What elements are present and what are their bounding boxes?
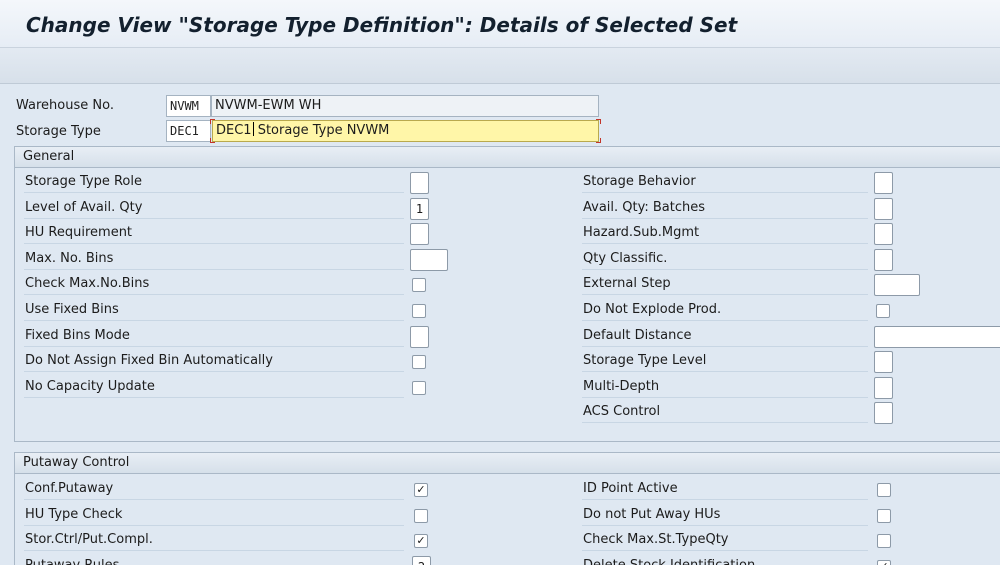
hu-requirement-input[interactable] (410, 223, 429, 246)
do-not-explode-prod-label: Do Not Explode Prod. (582, 301, 868, 321)
putaway-rules-input[interactable]: 2 (412, 555, 431, 565)
check-max-no-bins-checkbox[interactable] (412, 278, 426, 293)
required-marker-bl (210, 138, 215, 143)
do-not-explode-prod-checkbox[interactable] (876, 304, 890, 318)
application-toolbar (0, 48, 1000, 84)
use-fixed-bins-checkbox[interactable] (412, 304, 426, 318)
storage-type-description-code: DEC1 (216, 123, 252, 138)
storage-type-description-field[interactable]: DEC1 Storage Type NVWM (212, 120, 599, 142)
required-marker-br (596, 138, 601, 143)
warehouse-code-field[interactable]: NVWM (166, 95, 211, 117)
title-bar: Change View "Storage Type Definition": D… (0, 0, 1000, 48)
required-marker-tl (210, 119, 215, 124)
check-max-no-bins-label: Check Max.No.Bins (24, 275, 404, 296)
qty-classific-input[interactable] (874, 248, 893, 271)
check-max-st-typeqty-checkbox[interactable] (877, 534, 891, 548)
avail-qty-batches-label: Avail. Qty: Batches (582, 199, 868, 219)
storage-type-code-field[interactable]: DEC1 (166, 120, 211, 142)
external-step-label: External Step (582, 275, 868, 296)
hu-type-check-label: HU Type Check (24, 506, 404, 526)
level-of-avail-qty-input[interactable]: 1 (410, 197, 429, 220)
storage-type-label: Storage Type (16, 124, 101, 139)
qty-classific-label: Qty Classific. (582, 250, 868, 270)
multi-depth-label: Multi-Depth (582, 378, 868, 398)
use-fixed-bins-label: Use Fixed Bins (24, 301, 404, 321)
default-distance-label: Default Distance (582, 327, 868, 347)
storage-type-level-input[interactable] (874, 351, 893, 374)
fixed-bins-mode-label: Fixed Bins Mode (24, 327, 404, 347)
conf-putaway-checkbox[interactable]: ✓ (414, 483, 428, 497)
check-max-st-typeqty-label: Check Max.St.TypeQty (582, 531, 868, 551)
id-point-active-label: ID Point Active (582, 480, 868, 500)
do-not-assign-fixed-bin-automatically-checkbox[interactable] (412, 355, 426, 370)
hu-type-check-checkbox[interactable] (414, 508, 428, 523)
warehouse-description-field: NVWM-EWM WH (211, 95, 599, 117)
fixed-bins-mode-input[interactable] (410, 325, 429, 348)
hazard-sub-mgmt-input[interactable] (874, 223, 893, 246)
storage-behavior-label: Storage Behavior (582, 173, 868, 193)
warehouse-label: Warehouse No. (16, 98, 114, 113)
id-point-active-checkbox[interactable] (877, 483, 891, 497)
no-capacity-update-label: No Capacity Update (24, 378, 404, 398)
multi-depth-input[interactable] (874, 376, 893, 399)
max-no-bins-label: Max. No. Bins (24, 250, 404, 270)
do-not-assign-fixed-bin-automatically-label: Do Not Assign Fixed Bin Automatically (24, 352, 404, 373)
acs-control-input[interactable] (874, 402, 893, 425)
conf-putaway-label: Conf.Putaway (24, 480, 404, 500)
putaway-control-group-title: Putaway Control (15, 453, 1000, 474)
max-no-bins-input[interactable] (410, 248, 448, 271)
delete-stock-identification-label: Delete Stock Identification (582, 557, 868, 565)
window-title: Change View "Storage Type Definition": D… (26, 13, 738, 37)
stor-ctrl-put-compl-checkbox[interactable]: ✓ (414, 534, 428, 548)
acs-control-label: ACS Control (582, 403, 868, 424)
stor-ctrl-put-compl-label: Stor.Ctrl/Put.Compl. (24, 531, 404, 551)
do-not-put-away-hus-checkbox[interactable] (877, 508, 891, 523)
storage-type-role-label: Storage Type Role (24, 173, 404, 193)
storage-type-level-label: Storage Type Level (582, 352, 868, 373)
no-capacity-update-checkbox[interactable] (412, 380, 426, 395)
avail-qty-batches-input[interactable] (874, 197, 893, 220)
storage-behavior-input[interactable] (874, 172, 893, 194)
do-not-put-away-hus-label: Do not Put Away HUs (582, 506, 868, 526)
storage-type-role-input[interactable] (410, 172, 429, 194)
delete-stock-identification-checkbox[interactable]: ✓ (877, 559, 891, 565)
storage-type-description-text: Storage Type NVWM (253, 123, 390, 138)
putaway-rules-label: Putaway Rules (24, 557, 404, 565)
required-marker-tr (596, 119, 601, 124)
general-group-title: General (15, 147, 1000, 168)
default-distance-input[interactable] (874, 325, 1000, 348)
level-of-avail-qty-label: Level of Avail. Qty (24, 199, 404, 219)
hu-requirement-label: HU Requirement (24, 224, 404, 245)
external-step-input[interactable] (874, 274, 920, 297)
hazard-sub-mgmt-label: Hazard.Sub.Mgmt (582, 224, 868, 245)
